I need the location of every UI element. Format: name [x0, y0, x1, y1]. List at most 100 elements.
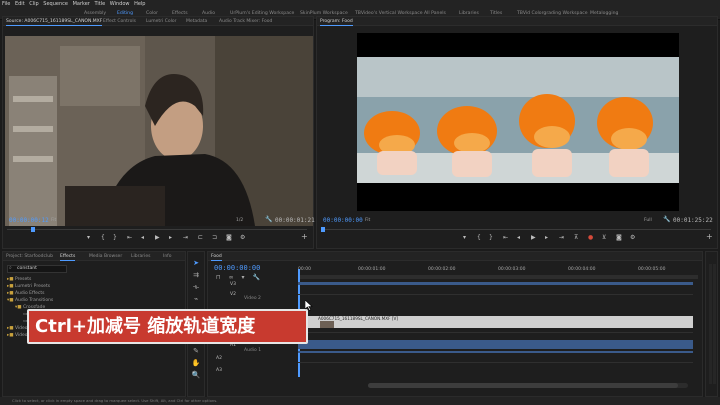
program-mark-out-icon[interactable]: }	[489, 234, 493, 241]
source-tabs: Source: A006C715_161189SL_CANON.MXF Effe…	[3, 17, 313, 26]
program-go-to-in-icon[interactable]: ⇤	[503, 234, 508, 241]
track-a3[interactable]: A3	[216, 368, 222, 373]
camera-icon[interactable]: ◙	[226, 234, 232, 241]
source-resolution-select[interactable]: 1/2	[236, 218, 243, 223]
play-icon[interactable]: ▶	[155, 234, 160, 241]
tab-sequence-food[interactable]: Food	[211, 252, 222, 261]
overwrite-icon[interactable]: ⊐	[212, 234, 217, 241]
ripple-edit-tool-icon[interactable]: ⟛	[191, 282, 201, 292]
program-step-back-icon[interactable]: ◂	[517, 234, 520, 241]
effects-search-input[interactable]: constant	[7, 265, 67, 273]
tab-project[interactable]: Project: Starfoodclub	[6, 252, 53, 261]
menu-help[interactable]: Help	[134, 1, 145, 7]
tab-info[interactable]: Info	[163, 252, 172, 261]
track-v2[interactable]: V2	[230, 292, 236, 297]
program-transport: ▾ { } ⇤ ◂ ▶ ▸ ⇥ ⊼ ● ⊻ ◙ ⚙ +	[317, 232, 717, 246]
mouse-cursor-icon	[305, 300, 313, 311]
source-playhead[interactable]	[31, 227, 35, 232]
audio-meter	[705, 251, 718, 397]
menu-window[interactable]: Window	[110, 1, 130, 7]
step-back-icon[interactable]: ◂	[141, 234, 144, 241]
tree-item[interactable]: ▸■ Lumetri Presets	[7, 283, 183, 290]
marker-icon[interactable]: ▾	[87, 234, 90, 241]
program-step-forward-icon[interactable]: ▸	[545, 234, 548, 241]
timeline-scrollbar[interactable]	[368, 383, 688, 388]
program-tabs: Program: Food	[317, 17, 717, 26]
source-scrubber[interactable]	[7, 227, 311, 233]
timeline-timecode[interactable]: 00:00:00:00	[214, 264, 260, 272]
mark-out-icon[interactable]: }	[113, 234, 117, 241]
search-icon: ⌕	[9, 265, 12, 271]
program-mark-in-icon[interactable]: {	[477, 234, 481, 241]
program-go-to-out-icon[interactable]: ⇥	[559, 234, 564, 241]
track-v3[interactable]: V3	[230, 282, 236, 287]
video-clip-top[interactable]	[298, 282, 693, 285]
extract-icon[interactable]: ⊻	[602, 234, 606, 241]
source-fit-select[interactable]: Fit	[51, 218, 56, 223]
tree-item[interactable]: ▸■ Presets	[7, 276, 183, 283]
add-marker-icon[interactable]: ▾	[242, 274, 245, 281]
menu-title[interactable]: Title	[94, 1, 105, 7]
program-timecode-out: 00:01:25:22	[673, 217, 713, 224]
step-forward-icon[interactable]: ▸	[169, 234, 172, 241]
hand-tool-icon[interactable]: ✋	[191, 358, 201, 368]
track-lanes: A006C715_161189SL_CANON.MXF [V]	[298, 282, 693, 382]
tab-effects[interactable]: Effects	[60, 252, 76, 261]
tab-metadata[interactable]: Metadata	[186, 17, 207, 26]
program-playhead[interactable]	[321, 227, 325, 232]
menu-marker[interactable]: Marker	[73, 1, 90, 7]
menu-file[interactable]: File	[2, 1, 10, 7]
tab-source[interactable]: Source: A006C715_161189SL_CANON.MXF	[6, 17, 103, 26]
lift-icon[interactable]: ⊼	[574, 234, 578, 241]
program-video-frame	[357, 33, 679, 211]
menu-sequence[interactable]: Sequence	[43, 1, 68, 7]
source-timecode-in[interactable]: 00:00:00:12	[9, 217, 49, 224]
selection-tool-icon[interactable]: ➤	[191, 258, 201, 268]
add-button-icon[interactable]: +	[301, 232, 308, 241]
tree-item[interactable]: ▾■ Audio Transitions	[7, 297, 183, 304]
track-a2[interactable]: A2	[216, 356, 222, 361]
track-a1-name: Audio 1	[244, 348, 262, 353]
timeline-tabs: Food	[208, 252, 702, 261]
mark-in-icon[interactable]: {	[101, 234, 105, 241]
audio-clip-a2[interactable]	[298, 351, 693, 353]
program-settings-icon[interactable]: ⚙	[630, 234, 635, 241]
linked-selection-icon[interactable]: ∞	[229, 274, 234, 281]
program-fit-select[interactable]: Fit	[365, 218, 370, 223]
tab-effect-controls[interactable]: Effect Controls	[103, 17, 136, 26]
tab-lumetri-color[interactable]: Lumetri Color	[146, 17, 176, 26]
video-clip-v1[interactable]: A006C715_161189SL_CANON.MXF [V]	[298, 316, 693, 328]
program-marker-icon[interactable]: ▾	[463, 234, 466, 241]
pen-tool-icon[interactable]: ✎	[191, 346, 201, 356]
tab-libraries[interactable]: Libraries	[131, 252, 150, 261]
program-camera-icon[interactable]: ◙	[616, 234, 622, 241]
settings-icon[interactable]: ⚙	[240, 234, 245, 241]
menu-edit[interactable]: Edit	[15, 1, 25, 7]
razor-tool-icon[interactable]: ⌁	[191, 294, 201, 304]
wrench-icon[interactable]: 🔧	[265, 216, 272, 223]
program-scrubber[interactable]	[321, 227, 715, 233]
source-transport: ▾ { } ⇤ ◂ ▶ ▸ ⇥ ⊏ ⊐ ◙ ⚙ +	[3, 232, 313, 246]
program-add-button-icon[interactable]: +	[706, 232, 713, 241]
source-video-frame	[5, 36, 313, 226]
timeline-ruler[interactable]: 00:00 00:00:01:00 00:00:02:00 00:00:03:0…	[298, 265, 698, 279]
program-timecode-in[interactable]: 00:00:00:00	[323, 217, 363, 224]
tab-media-browser[interactable]: Media Browser	[89, 252, 122, 261]
go-to-in-icon[interactable]: ⇤	[127, 234, 132, 241]
record-icon[interactable]: ●	[588, 234, 593, 241]
tree-item[interactable]: ▸■ Audio Effects	[7, 290, 183, 297]
track-select-tool-icon[interactable]: ⇉	[191, 270, 201, 280]
snap-icon[interactable]: ⊓	[216, 274, 221, 281]
program-play-icon[interactable]: ▶	[531, 234, 536, 241]
zoom-tool-icon[interactable]: 🔍	[191, 370, 201, 380]
audio-clip-a1[interactable]	[298, 340, 693, 349]
tab-program[interactable]: Program: Food	[320, 17, 353, 26]
go-to-out-icon[interactable]: ⇥	[183, 234, 188, 241]
tab-audio-track-mixer[interactable]: Audio Track Mixer: Food	[219, 17, 272, 26]
insert-icon[interactable]: ⊏	[198, 234, 203, 241]
program-resolution-select[interactable]: Full	[644, 218, 652, 223]
timeline-wrench-icon[interactable]: 🔧	[252, 274, 259, 281]
program-wrench-icon[interactable]: 🔧	[663, 216, 670, 223]
ruler-label: 00:00:04:00	[568, 267, 596, 272]
menu-clip[interactable]: Clip	[29, 1, 38, 7]
